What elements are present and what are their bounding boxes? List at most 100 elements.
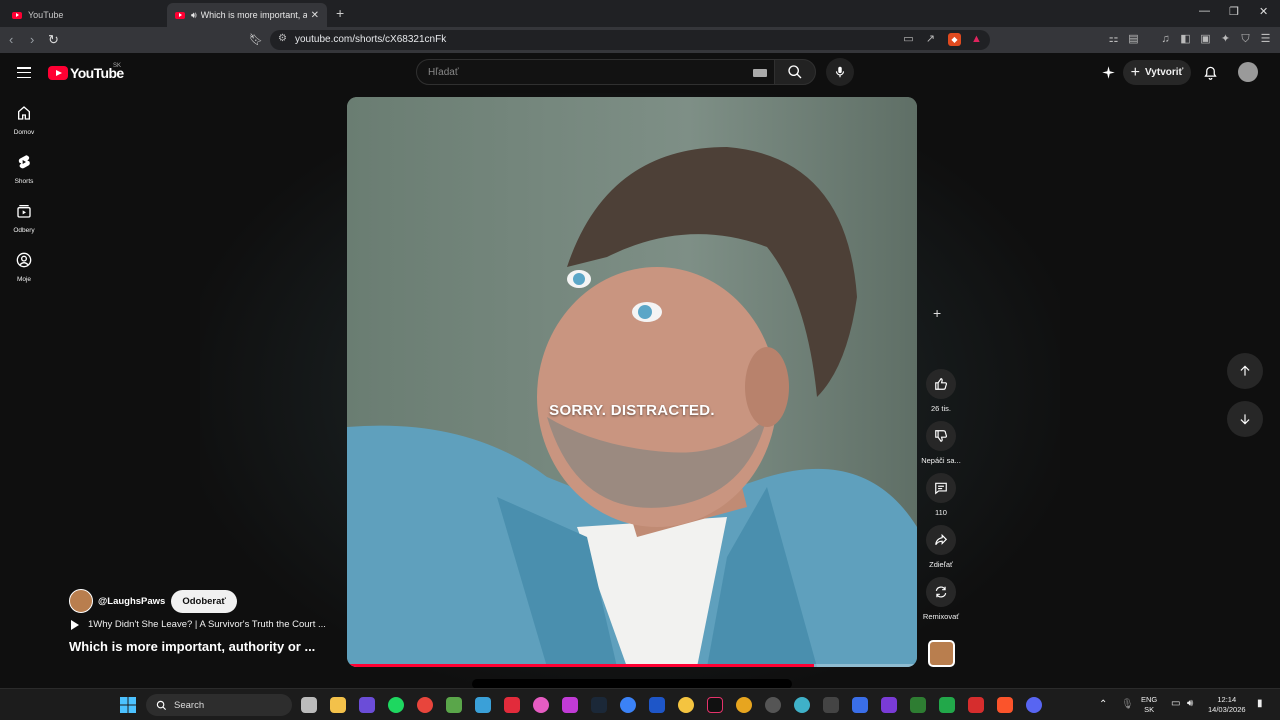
menu-icon[interactable]: ☰ — [1259, 33, 1272, 46]
brave-shields-icon[interactable]: ◆ — [948, 33, 961, 46]
bookmark-icon[interactable]: 🔖︎ — [249, 33, 263, 46]
app-red-icon[interactable] — [968, 697, 984, 713]
site-settings-icon[interactable]: ⚙ — [278, 33, 287, 44]
reader-icon[interactable]: ▤ — [1127, 33, 1140, 46]
browser-tab-current[interactable]: 🔊︎ Which is more important, auth ✕ — [167, 3, 327, 27]
sidebar-item-you[interactable]: Moje — [0, 252, 48, 283]
wallet-icon[interactable]: ▣ — [1199, 33, 1212, 46]
video-frame — [347, 97, 917, 667]
remix-action[interactable]: Remixovať — [920, 577, 962, 621]
app-purple-icon[interactable] — [881, 697, 897, 713]
youtube-logo-icon — [48, 66, 68, 80]
sheets-icon[interactable] — [939, 697, 955, 713]
discord-icon[interactable] — [1026, 697, 1042, 713]
close-tab-icon[interactable]: ✕ — [311, 10, 319, 21]
vpn-icon[interactable]: ⛉ — [1239, 33, 1252, 46]
search-button[interactable] — [774, 59, 816, 85]
file-explorer-icon[interactable] — [330, 697, 346, 713]
notifications-bell-icon[interactable] — [1203, 65, 1218, 81]
sidebar-item-shorts[interactable]: Shorts — [0, 154, 48, 185]
browser-tab-youtube[interactable]: YouTube — [4, 3, 164, 27]
app-coin-icon[interactable] — [736, 697, 752, 713]
share-action[interactable]: Zdieľať — [920, 525, 962, 569]
gemini-icon[interactable] — [1101, 65, 1116, 80]
comments-action[interactable]: 110 — [920, 473, 962, 517]
cast-icon[interactable]: ▭ — [902, 33, 915, 46]
share-button[interactable] — [926, 525, 956, 555]
subscribe-button[interactable]: Odoberať — [171, 589, 237, 613]
github-icon[interactable] — [765, 697, 781, 713]
steam-icon[interactable] — [591, 697, 607, 713]
remix-button[interactable] — [926, 577, 956, 607]
notifications-tray-icon[interactable]: ▮ — [1257, 699, 1263, 709]
windows-start-icon[interactable] — [120, 697, 136, 713]
network-icon[interactable]: ▭ — [1171, 699, 1180, 709]
short-title[interactable]: Which is more important, authority or ..… — [69, 639, 315, 654]
notepad-icon[interactable] — [475, 697, 491, 713]
app-pink-icon[interactable] — [562, 697, 578, 713]
leo-ai-icon[interactable]: ✦ — [1219, 33, 1232, 46]
vpn-app-icon[interactable] — [359, 697, 375, 713]
chrome-icon[interactable] — [417, 697, 433, 713]
account-avatar[interactable] — [1238, 62, 1258, 82]
spotify-icon[interactable] — [388, 697, 404, 713]
media-icon[interactable]: ♫ — [1159, 33, 1172, 46]
channel-name[interactable]: @LaughsPaws — [98, 596, 165, 607]
taskbar-search[interactable]: Search — [146, 694, 292, 716]
voice-search-button[interactable] — [826, 58, 854, 86]
app-controller-icon[interactable] — [852, 697, 868, 713]
next-short-button[interactable] — [1227, 401, 1263, 437]
sidebar-item-subscriptions[interactable]: Odbery — [0, 203, 48, 234]
previous-short-button[interactable] — [1227, 353, 1263, 389]
app-circle-icon[interactable] — [649, 697, 665, 713]
language-indicator[interactable]: ENG SK — [1141, 695, 1157, 715]
app-globe-icon[interactable] — [794, 697, 810, 713]
sidebar-toggle-icon[interactable]: ◧ — [1179, 33, 1192, 46]
tray-overflow-icon[interactable]: ⌃ — [1099, 700, 1107, 710]
back-icon[interactable]: ‹ — [9, 32, 13, 47]
forward-icon[interactable]: › — [30, 32, 34, 47]
shorts-video-player[interactable]: SORRY. DISTRACTED. — [347, 97, 917, 667]
address-bar[interactable]: ⚙ youtube.com/shorts/cX68321cnFk ▭ ↗ ◆ ▲ — [270, 30, 990, 50]
volume-icon[interactable]: 🔊︎ — [1187, 699, 1193, 709]
extensions-icon[interactable]: ⚏ — [1107, 33, 1120, 46]
microphone-icon — [835, 66, 845, 78]
sidebar-item-home[interactable]: Domov — [0, 105, 48, 136]
guide-menu-icon[interactable] — [17, 67, 31, 79]
remix-icon — [935, 586, 947, 598]
osu-icon[interactable] — [533, 697, 549, 713]
like-action[interactable]: 26 tis. — [920, 369, 962, 413]
app-blue-icon[interactable] — [620, 697, 636, 713]
window-close-icon[interactable]: ✕ — [1259, 5, 1268, 18]
keyboard-icon[interactable] — [753, 69, 767, 77]
search-input[interactable]: Hľadať — [416, 59, 778, 85]
minimize-icon[interactable]: — — [1199, 5, 1210, 17]
microphone-tray-icon[interactable]: 🎙︎ — [1121, 700, 1134, 710]
clock[interactable]: 12:14 14/03/2026 — [1208, 695, 1246, 715]
channel-avatar[interactable] — [69, 589, 93, 613]
sidebar-label: Domov — [13, 129, 35, 136]
tiktok-icon[interactable] — [707, 697, 723, 713]
sound-thumbnail[interactable] — [928, 640, 955, 667]
app-a-icon[interactable] — [823, 697, 839, 713]
brave-browser-icon[interactable] — [997, 697, 1013, 713]
linked-video[interactable]: 1Why Didn't She Leave? | A Survivor's Tr… — [71, 619, 326, 630]
terminal-icon[interactable] — [910, 697, 926, 713]
task-view-icon[interactable] — [301, 697, 317, 713]
like-button[interactable] — [926, 369, 956, 399]
you-icon — [16, 252, 32, 268]
brave-rewards-icon[interactable]: ▲ — [970, 33, 983, 46]
dislike-button[interactable] — [926, 421, 956, 451]
minecraft-icon[interactable] — [446, 697, 462, 713]
audio-playing-icon[interactable]: 🔊︎ — [191, 10, 197, 21]
comments-button[interactable] — [926, 473, 956, 503]
create-button[interactable]: + Vytvoriť — [1123, 60, 1191, 85]
video-progress-bar[interactable] — [347, 664, 917, 667]
restore-icon[interactable]: ❐ — [1229, 5, 1239, 18]
share-page-icon[interactable]: ↗ — [924, 33, 937, 46]
new-tab-button[interactable]: + — [336, 5, 344, 21]
app-bolt-icon[interactable] — [504, 697, 520, 713]
reload-icon[interactable]: ↻ — [48, 32, 59, 48]
app-yellow-icon[interactable] — [678, 697, 694, 713]
dislike-action[interactable]: Nepáči sa... — [920, 421, 962, 465]
